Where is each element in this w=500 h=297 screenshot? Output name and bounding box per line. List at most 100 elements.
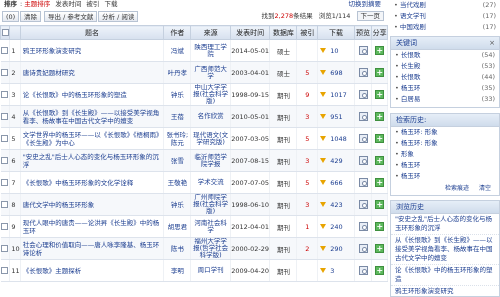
row-source[interactable]: 临沂师范学院学报 bbox=[190, 149, 231, 172]
row-preview[interactable] bbox=[354, 105, 373, 128]
share-plus-icon[interactable]: + bbox=[375, 200, 385, 209]
row-preview[interactable] bbox=[354, 193, 373, 216]
download-icon[interactable] bbox=[320, 92, 327, 97]
row-download[interactable]: 1017 bbox=[317, 83, 355, 106]
download-icon[interactable] bbox=[320, 224, 327, 229]
row-checkbox[interactable] bbox=[0, 127, 11, 150]
analyze-button[interactable]: 分析 / 阅读 bbox=[98, 11, 139, 22]
row-source[interactable]: 福州大学学报(哲学社会科学版) bbox=[190, 237, 231, 260]
row-download[interactable]: 698 bbox=[317, 61, 355, 84]
row-cited[interactable] bbox=[296, 39, 319, 62]
row-title-link[interactable]: 从《长恨歌》到《长生殿》——以接受美学视角看李、杨故事在中国古代文学中的嬗变 bbox=[23, 109, 160, 125]
row-source[interactable]: 广州师院学报(社会科学版) bbox=[190, 193, 231, 216]
row-preview[interactable] bbox=[354, 83, 373, 106]
row-download[interactable]: 3 bbox=[317, 259, 355, 282]
header-title[interactable]: 题名 bbox=[19, 25, 165, 40]
row-share[interactable]: + bbox=[371, 149, 388, 172]
share-plus-icon[interactable]: + bbox=[375, 178, 385, 187]
header-downloads[interactable]: 下载 bbox=[317, 25, 355, 40]
row-download[interactable]: 423 bbox=[317, 193, 355, 216]
keyword-item[interactable]: • 杨玉环 (35) bbox=[391, 83, 499, 94]
row-author[interactable]: 钟乐 bbox=[163, 193, 192, 216]
row-title-link[interactable]: 鸦王环形象演变研究 bbox=[23, 47, 82, 55]
row-checkbox[interactable] bbox=[0, 105, 11, 128]
header-cited[interactable]: 被引 bbox=[296, 25, 319, 40]
row-preview[interactable] bbox=[354, 61, 373, 84]
row-checkbox[interactable] bbox=[0, 171, 11, 194]
row-title-link[interactable]: 唐诗贵妃题材研究 bbox=[23, 69, 75, 77]
row-source[interactable]: 广西师范大学 bbox=[190, 61, 231, 84]
row-cited[interactable]: 9 bbox=[296, 83, 319, 106]
download-icon[interactable] bbox=[320, 268, 327, 273]
row-cited[interactable]: 1 bbox=[296, 215, 319, 238]
search-history-item[interactable]: • 杨玉环 bbox=[391, 171, 499, 182]
row-share[interactable]: + bbox=[371, 171, 388, 194]
preview-icon[interactable] bbox=[358, 68, 368, 77]
preview-icon[interactable] bbox=[358, 90, 368, 99]
row-title-link[interactable]: 文学世界中的杨玉环——以《长恨歌》《梧桐雨》《长生殿》为中心 bbox=[23, 131, 163, 147]
row-download[interactable]: 10 bbox=[317, 39, 355, 62]
row-checkbox[interactable] bbox=[0, 215, 11, 238]
preview-icon[interactable] bbox=[358, 178, 368, 187]
download-icon[interactable] bbox=[320, 114, 327, 119]
row-author[interactable]: 张书玲; 陈元 bbox=[163, 127, 192, 150]
keyword-item[interactable]: • 长恨歌 (44) bbox=[391, 72, 499, 83]
row-checkbox[interactable] bbox=[0, 61, 11, 84]
download-icon[interactable] bbox=[320, 70, 327, 75]
header-date[interactable]: 发表时间 bbox=[229, 25, 271, 40]
row-author[interactable]: 胡思君 bbox=[163, 215, 192, 238]
header-author[interactable]: 作者 bbox=[163, 25, 192, 40]
row-source[interactable]: 周口学刊 bbox=[190, 259, 231, 282]
row-author[interactable]: 冯斌 bbox=[163, 39, 192, 62]
row-checkbox[interactable] bbox=[0, 193, 11, 216]
download-icon[interactable] bbox=[320, 246, 327, 251]
row-download[interactable]: 1048 bbox=[317, 127, 355, 150]
browse-history-item[interactable]: 论《长恨歌》中的杨玉环形象的塑造 bbox=[391, 265, 499, 286]
share-plus-icon[interactable]: + bbox=[375, 112, 385, 121]
row-checkbox[interactable] bbox=[0, 39, 11, 62]
download-icon[interactable] bbox=[320, 136, 327, 141]
row-author[interactable]: 叶丹孝 bbox=[163, 61, 192, 84]
browse-history-item[interactable]: 从《长恨歌》到《长生殿》——以接受美学视角看李、杨故事在中国古代文学中的嬗变 bbox=[391, 235, 499, 265]
row-cited[interactable]: 3 bbox=[296, 149, 319, 172]
row-checkbox[interactable] bbox=[0, 83, 11, 106]
row-preview[interactable] bbox=[354, 215, 373, 238]
browse-history-item[interactable]: 鸦王环形象演变研究 bbox=[391, 286, 499, 297]
row-download[interactable]: 429 bbox=[317, 149, 355, 172]
row-author[interactable]: 钟乐 bbox=[163, 83, 192, 106]
clear-button[interactable]: 清除 bbox=[20, 11, 41, 22]
sort-date[interactable]: 发表时间 bbox=[55, 0, 81, 8]
row-title-link[interactable]: 论《长恨歌》中的杨玉环形象的塑造 bbox=[23, 91, 127, 99]
row-source[interactable]: 中山大学学报(社会科学版) bbox=[190, 83, 231, 106]
share-plus-icon[interactable]: + bbox=[375, 90, 385, 99]
share-plus-icon[interactable]: + bbox=[375, 244, 385, 253]
row-preview[interactable] bbox=[354, 259, 373, 282]
row-checkbox[interactable] bbox=[0, 149, 11, 172]
row-title-link[interactable]: "安史之乱"后士人心态的变化与杨玉环形象的沉浮 bbox=[23, 153, 159, 169]
source-item[interactable]: • 当代戏剧 (27) bbox=[390, 0, 500, 11]
row-author[interactable]: 李明 bbox=[163, 259, 192, 282]
row-share[interactable]: + bbox=[371, 83, 388, 106]
row-cited[interactable]: 3 bbox=[296, 193, 319, 216]
browse-history-item[interactable]: "安史之乱"后士人心态的变化与杨玉环形象的沉浮 bbox=[391, 214, 499, 235]
row-cited[interactable]: 5 bbox=[296, 171, 319, 194]
row-title-link[interactable]: 《长恨歌》中杨玉环形象的文化学诠释 bbox=[23, 179, 134, 187]
row-preview[interactable] bbox=[354, 127, 373, 150]
sort-cited[interactable]: 被引 bbox=[86, 0, 99, 8]
search-history-item[interactable]: • 杨玉环: 形象 bbox=[391, 127, 499, 138]
row-share[interactable]: + bbox=[371, 259, 388, 282]
row-author[interactable]: 王蓓 bbox=[163, 105, 192, 128]
preview-icon[interactable] bbox=[358, 134, 368, 143]
row-share[interactable]: + bbox=[371, 61, 388, 84]
row-preview[interactable] bbox=[354, 149, 373, 172]
keyword-item[interactable]: • 长生殿 (53) bbox=[391, 61, 499, 72]
row-preview[interactable] bbox=[354, 171, 373, 194]
row-share[interactable]: + bbox=[371, 127, 388, 150]
download-icon[interactable] bbox=[320, 158, 327, 163]
download-icon[interactable] bbox=[320, 180, 327, 185]
switch-to-abstract-link[interactable]: 切换到摘要 bbox=[349, 0, 382, 8]
row-source[interactable]: 现代语文(文学研究版) bbox=[190, 127, 231, 150]
sort-downloads[interactable]: 下载 bbox=[105, 0, 118, 8]
next-page-button[interactable]: 下一页 bbox=[356, 11, 384, 21]
sort-relevance[interactable]: 主题排序 bbox=[24, 0, 50, 8]
